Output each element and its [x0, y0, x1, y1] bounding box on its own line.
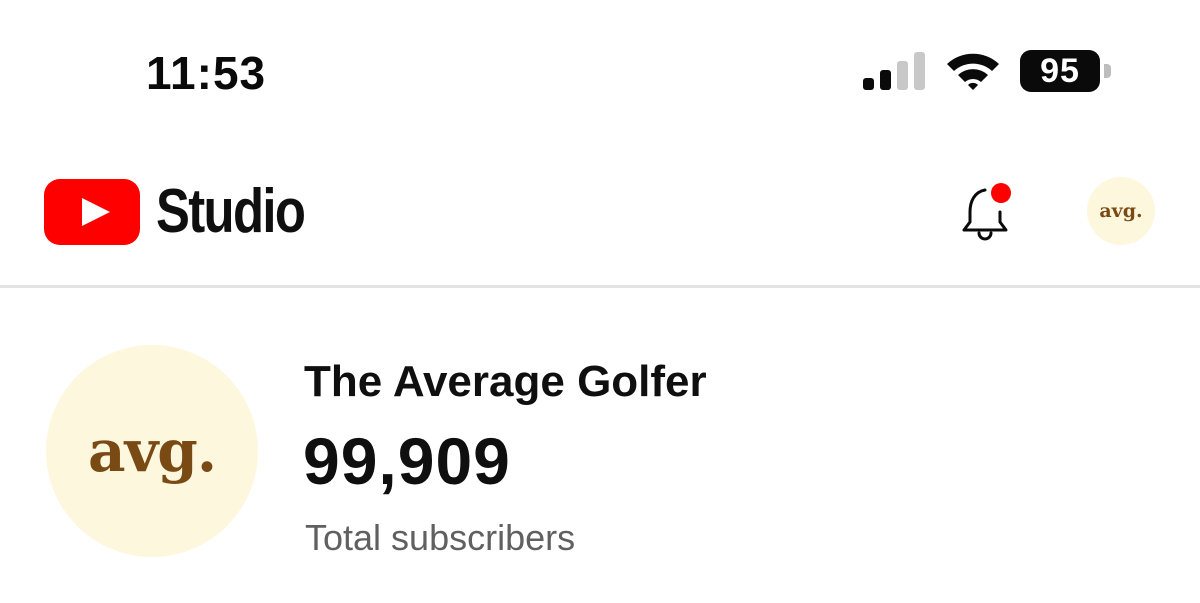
channel-name: The Average Golfer [304, 357, 707, 406]
wifi-icon [947, 53, 999, 90]
battery-indicator: 95 [1020, 50, 1114, 92]
bell-icon [962, 183, 1011, 241]
battery-percentage: 95 [1040, 51, 1080, 90]
cellular-signal-icon [863, 52, 925, 90]
battery-icon: 95 [1020, 50, 1100, 92]
account-avatar-text: avg. [1099, 200, 1143, 222]
channel-avatar[interactable]: avg. [46, 345, 258, 557]
notification-dot [991, 183, 1011, 203]
studio-logo[interactable]: Studio [44, 176, 337, 247]
status-time: 11:53 [146, 47, 267, 99]
subscriber-count: 99,909 [303, 424, 511, 498]
battery-cap [1104, 64, 1111, 78]
youtube-play-icon [44, 178, 140, 245]
account-avatar-button[interactable]: avg. [1087, 177, 1155, 245]
app-title: Studio [156, 177, 306, 246]
app-header: Studio avg. [0, 140, 1200, 288]
status-bar: 11:53 95 [0, 0, 1200, 140]
channel-summary: avg. The Average Golfer 99,909 Total sub… [0, 291, 1200, 603]
subscriber-label: Total subscribers [305, 517, 576, 558]
channel-avatar-text: avg. [87, 417, 217, 485]
notifications-button[interactable] [958, 180, 1020, 242]
